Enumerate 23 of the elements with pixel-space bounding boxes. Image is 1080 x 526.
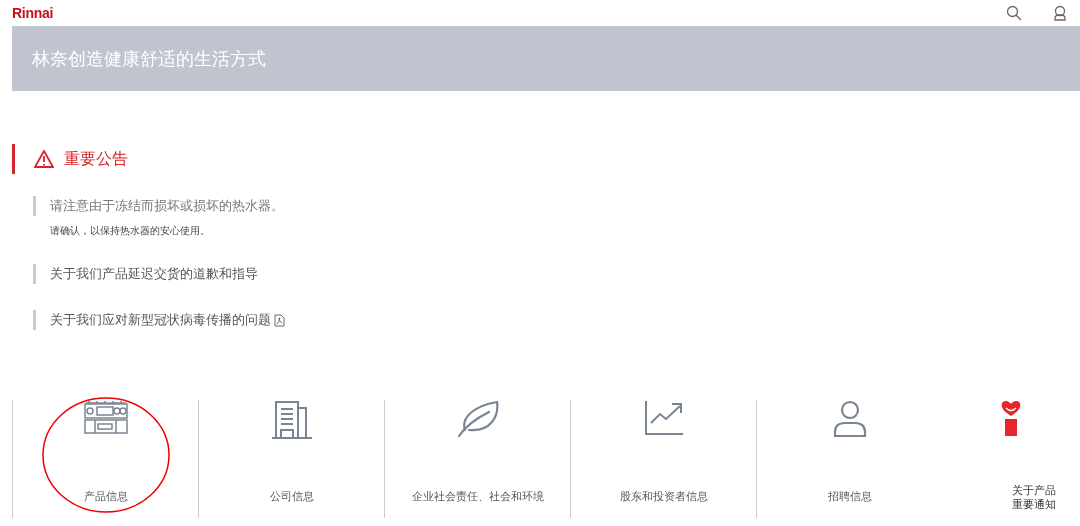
building-icon	[271, 400, 312, 440]
person-icon	[832, 400, 867, 438]
logo[interactable]: Rinnai	[12, 5, 53, 21]
category-link[interactable]: 招聘信息	[827, 489, 872, 504]
notice-text: 请注意由于冻结而损坏或损坏的热水器。	[50, 197, 284, 215]
search-icon[interactable]	[1006, 5, 1022, 21]
notice-note: 请确认，以保持热水器的安心使用。	[50, 224, 211, 238]
stove-icon	[82, 400, 129, 434]
warning-icon	[34, 150, 54, 168]
chart-icon	[643, 400, 684, 436]
notice-link[interactable]: 关于我们应对新型冠状病毒传播的问题	[50, 311, 271, 329]
notice-heading: 重要公告	[64, 148, 128, 170]
leaf-icon	[456, 400, 499, 438]
category-link[interactable]: 公司信息	[269, 489, 314, 504]
category-link[interactable]: 产品信息	[83, 489, 128, 504]
category-link[interactable]: 企业社会责任、社会和环境	[411, 489, 544, 504]
category-link[interactable]: 关于产品重要通知	[1010, 484, 1058, 512]
user-icon[interactable]	[1052, 5, 1068, 21]
category-link[interactable]: 股东和投资者信息	[619, 489, 708, 504]
pdf-icon[interactable]	[274, 313, 285, 327]
banner-title: 林奈创造健康舒适的生活方式	[32, 46, 266, 71]
mascot-icon	[999, 400, 1023, 436]
notice-link[interactable]: 关于我们产品延迟交货的道歉和指导	[50, 265, 258, 283]
